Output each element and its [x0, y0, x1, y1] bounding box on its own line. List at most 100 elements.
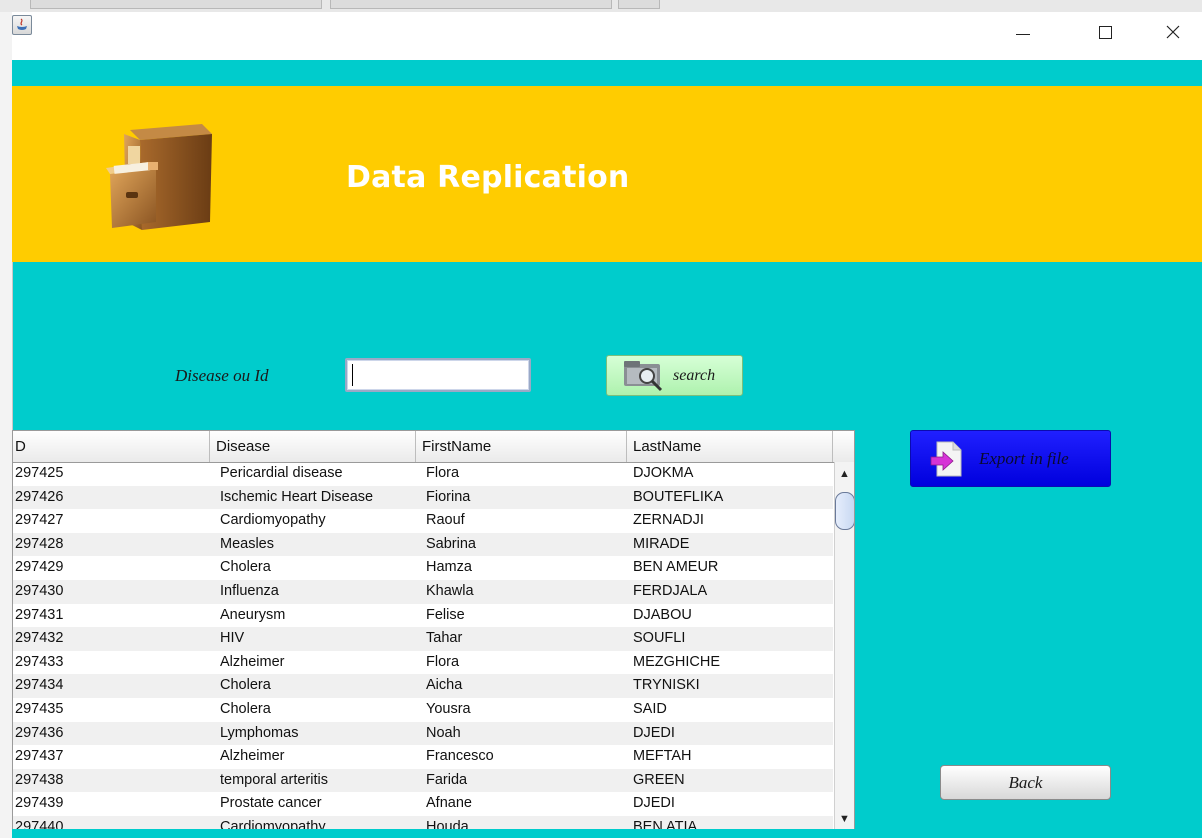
cell-id: 297434: [15, 677, 64, 694]
search-label: Disease ou Id: [175, 366, 269, 385]
cell-id: 297439: [15, 795, 64, 812]
export-in-file-button[interactable]: Export in file: [910, 430, 1111, 487]
cell-disease: temporal arteritis: [220, 771, 328, 788]
scroll-thumb[interactable]: [835, 492, 854, 530]
cell-firstname: Afnane: [426, 795, 472, 812]
cell-firstname: Flora: [426, 653, 460, 670]
cell-firstname: Farida: [426, 771, 468, 788]
column-header-firstname[interactable]: FirstName: [416, 431, 627, 462]
scroll-up-icon[interactable]: ▲: [839, 468, 850, 480]
filing-cabinet-icon: [106, 124, 212, 230]
table-row[interactable]: 297434 Cholera Aicha TRYNISKI: [13, 674, 833, 698]
cell-lastname: GREEN: [633, 771, 685, 788]
cell-disease: Pericardial disease: [220, 465, 343, 481]
column-header-lastname[interactable]: LastName: [627, 431, 833, 462]
search-button-label: search: [673, 366, 716, 384]
search-input[interactable]: [345, 358, 531, 392]
cell-id: 297438: [15, 771, 64, 788]
cell-id: 297437: [15, 748, 64, 765]
search-button[interactable]: search: [606, 355, 743, 396]
table-row[interactable]: 297431 Aneurysm Felise DJABOU: [13, 604, 833, 628]
table-row[interactable]: 297425 Pericardial disease Flora DJOKMA: [13, 462, 833, 486]
minimize-icon: [1016, 33, 1030, 35]
cell-firstname: Raouf: [426, 512, 465, 529]
maximize-icon: [1098, 25, 1112, 39]
top-teal-strip: [12, 60, 1202, 86]
column-header-disease[interactable]: Disease: [210, 431, 416, 462]
export-button-label: Export in file: [979, 448, 1069, 468]
cell-firstname: Sabrina: [426, 535, 476, 552]
column-header-corner: [833, 431, 854, 462]
cell-firstname: Noah: [426, 724, 461, 741]
table-row[interactable]: 297432 HIV Tahar SOUFLI: [13, 627, 833, 651]
cell-lastname: DJEDI: [633, 795, 675, 812]
cell-disease: Prostate cancer: [220, 795, 322, 812]
cell-lastname: TRYNISKI: [633, 677, 700, 694]
table-row[interactable]: 297435 Cholera Yousra SAID: [13, 698, 833, 722]
table-row[interactable]: 297430 Influenza Khawla FERDJALA: [13, 580, 833, 604]
cell-id: 297435: [15, 701, 64, 717]
cell-disease: Alzheimer: [220, 653, 285, 670]
cell-lastname: FERDJALA: [633, 583, 708, 599]
cell-disease: HIV: [220, 630, 245, 647]
cell-id: 297430: [15, 583, 64, 599]
cell-lastname: DJABOU: [633, 606, 692, 623]
cell-lastname: ZERNADJI: [633, 512, 704, 529]
table-row[interactable]: 297437 Alzheimer Francesco MEFTAH: [13, 745, 833, 769]
cell-disease: Measles: [220, 535, 274, 552]
table-row[interactable]: 297427 Cardiomyopathy Raouf ZERNADJI: [13, 509, 833, 533]
page-title: Data Replication: [346, 160, 630, 195]
cell-firstname: Francesco: [426, 748, 494, 765]
cell-lastname: DJOKMA: [633, 465, 694, 481]
cell-firstname: Yousra: [426, 701, 471, 717]
cell-lastname: DJEDI: [633, 724, 675, 741]
close-button[interactable]: [1150, 12, 1196, 52]
text-caret: [352, 364, 353, 386]
table-row[interactable]: 297433 Alzheimer Flora MEZGHICHE: [13, 651, 833, 675]
cell-disease: Cholera: [220, 677, 271, 694]
cell-disease: Ischemic Heart Disease: [220, 488, 374, 505]
cell-id: 297427: [15, 512, 64, 529]
cell-disease: Cholera: [220, 559, 271, 576]
cell-disease: Lymphomas: [220, 724, 299, 741]
cell-firstname: Hamza: [426, 559, 472, 576]
cell-id: 297428: [15, 535, 64, 552]
bottom-teal-strip: [12, 829, 1202, 838]
minimize-button[interactable]: [1000, 12, 1046, 52]
table-row[interactable]: 297426 Ischemic Heart Disease Fiorina BOUTE…: [13, 485, 833, 510]
cell-lastname: SAID: [633, 701, 667, 717]
cell-id: 297426: [15, 488, 64, 505]
maximize-button[interactable]: [1082, 12, 1128, 52]
background-tab: [618, 0, 660, 9]
folder-search-icon: [624, 360, 663, 391]
cell-id: 297440: [15, 819, 64, 830]
cell-firstname: Aicha: [426, 677, 463, 694]
background-tab: [330, 0, 612, 9]
cell-disease: Cholera: [220, 701, 271, 717]
table-row[interactable]: 297428 Measles Sabrina MIRADE: [13, 532, 833, 557]
table-row[interactable]: 297429 Cholera Hamza BEN AMEUR: [13, 556, 833, 580]
cell-disease: Aneurysm: [220, 606, 286, 623]
cell-id: 297431: [15, 606, 64, 623]
background-tab: [30, 0, 322, 9]
column-header-id[interactable]: D: [13, 431, 210, 462]
cell-lastname: MEZGHICHE: [633, 653, 720, 670]
table-header: D Disease FirstName LastName: [13, 431, 854, 463]
cell-disease: Cardiomyopathy: [220, 819, 326, 830]
table-row[interactable]: 297439 Prostate cancer Afnane DJEDI: [13, 792, 833, 816]
file-export-icon: [930, 441, 962, 476]
table-row[interactable]: 297440 Cardiomyopathy Houda BEN ATIA: [13, 816, 833, 830]
cell-id: 297433: [15, 653, 64, 670]
cell-lastname: BEN ATIA: [633, 819, 698, 830]
cell-lastname: SOUFLI: [633, 630, 686, 647]
scroll-down-icon[interactable]: ▼: [839, 813, 850, 825]
results-table[interactable]: D Disease FirstName LastName 297425 Peric…: [12, 430, 855, 830]
cell-firstname: Houda: [426, 819, 469, 830]
table-row[interactable]: 297438 temporal arteritis Farida GREEN: [13, 768, 833, 793]
vertical-scrollbar[interactable]: ▲ ▼: [834, 462, 854, 829]
cell-firstname: Fiorina: [426, 488, 471, 505]
back-button[interactable]: Back: [940, 765, 1111, 800]
cell-id: 297429: [15, 559, 64, 576]
cell-disease: Alzheimer: [220, 748, 285, 765]
table-row[interactable]: 297436 Lymphomas Noah DJEDI: [13, 721, 833, 746]
